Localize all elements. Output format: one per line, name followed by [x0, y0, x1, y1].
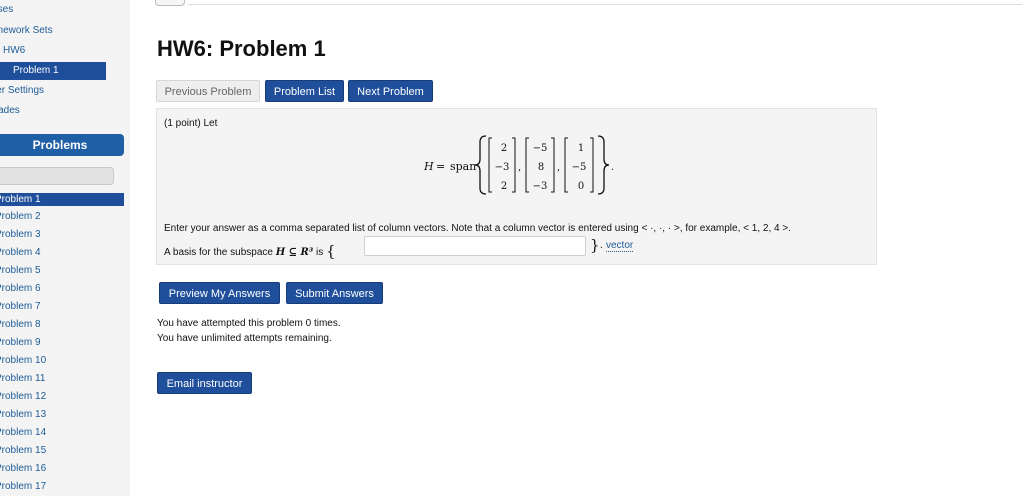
instruction-text: Enter your answer as a comma separated l… — [164, 223, 791, 234]
sidebar-problem-17[interactable]: Problem 17 — [0, 481, 46, 492]
sidebar-problem-6[interactable]: Problem 6 — [0, 283, 41, 294]
sidebar-problem-16[interactable]: Problem 16 — [0, 463, 46, 474]
v3-bracket-right — [590, 137, 594, 193]
v1-entry-3: 2 — [501, 181, 507, 192]
remaining-attempts-message: You have unlimited attempts remaining. — [157, 333, 332, 344]
set-brace-right — [597, 135, 610, 195]
span-equation: H = span 2 −3 2 , −5 8 −3 , 1 −5 0 . — [423, 135, 614, 195]
comma-1: , — [518, 162, 521, 173]
nav-problem-1-link[interactable]: Problem 1 — [0, 62, 106, 80]
top-divider — [188, 4, 1022, 5]
problems-filter-input[interactable] — [0, 167, 114, 185]
sidebar-problem-9[interactable]: Problem 9 — [0, 337, 41, 348]
basis-prompt: A basis for the subspace H ⊆ R³ is { — [164, 241, 336, 260]
basis-math: H ⊆ R³ — [275, 247, 314, 258]
sidebar-problem-10[interactable]: Problem 10 — [0, 355, 46, 366]
vector-help-link[interactable]: vector — [606, 240, 634, 252]
sidebar-problem-4[interactable]: Problem 4 — [0, 247, 41, 258]
nav-courses-label: Courses — [0, 4, 14, 15]
v1-entry-1: 2 — [501, 143, 507, 154]
preview-answers-button[interactable]: Preview My Answers — [159, 282, 280, 304]
submit-answers-button[interactable]: Submit Answers — [286, 282, 383, 304]
nav-homework-sets-link[interactable]: Homework Sets — [0, 25, 53, 36]
v3-entry-3: 0 — [578, 181, 584, 192]
comma-2: , — [557, 162, 560, 173]
nav-grades-label: Grades — [0, 105, 20, 116]
v3-entry-1: 1 — [578, 143, 584, 154]
basis-prefix: A basis for the subspace — [164, 247, 273, 258]
sidebar-problem-5[interactable]: Problem 5 — [0, 265, 41, 276]
v1-bracket-right — [512, 137, 516, 193]
v3-bracket-left — [564, 137, 568, 193]
nav-user-settings-label: User Settings — [0, 85, 45, 96]
period: . — [611, 162, 614, 173]
nav-hw6-link[interactable]: HW6 — [3, 45, 25, 56]
v2-bracket-right — [551, 137, 555, 193]
sidebar-problem-2[interactable]: Problem 2 — [0, 211, 41, 222]
nav-courses-link[interactable]: Courses — [0, 4, 13, 15]
sidebar-problem-12[interactable]: Problem 12 — [0, 391, 46, 402]
equation-lhs: H — [423, 160, 434, 173]
v1-bracket-left — [488, 137, 492, 193]
nav-homework-sets-label: Homework Sets — [0, 25, 53, 36]
left-brace: { — [326, 242, 336, 260]
nav-user-settings-link[interactable]: User Settings — [0, 85, 44, 96]
top-tab-button[interactable] — [155, 0, 185, 6]
sidebar-problem-14[interactable]: Problem 14 — [0, 427, 46, 438]
set-brace-left — [474, 135, 487, 195]
next-problem-button[interactable]: Next Problem — [348, 80, 433, 102]
sidebar-problem-1[interactable]: Problem 1 — [0, 193, 124, 206]
v3-entry-2: −5 — [572, 162, 587, 173]
right-brace: } — [590, 236, 600, 254]
sidebar-problem-15[interactable]: Problem 15 — [0, 445, 46, 456]
problems-header: Problems — [0, 134, 124, 156]
v2-entry-2: 8 — [538, 162, 544, 173]
sidebar-problem-13[interactable]: Problem 13 — [0, 409, 46, 420]
sidebar-problem-11[interactable]: Problem 11 — [0, 373, 45, 384]
sidebar-problem-3[interactable]: Problem 3 — [0, 229, 41, 240]
v2-entry-3: −3 — [533, 181, 548, 192]
page-title: HW6: Problem 1 — [157, 36, 326, 61]
basis-is: is — [316, 247, 324, 258]
period-after-brace: . — [600, 240, 603, 251]
previous-problem-button[interactable]: Previous Problem — [156, 80, 260, 102]
v2-bracket-left — [525, 137, 529, 193]
answer-input[interactable] — [364, 236, 586, 256]
sidebar-problem-7[interactable]: Problem 7 — [0, 301, 41, 312]
problem-points-text: (1 point) Let — [164, 118, 218, 129]
v1-entry-2: −3 — [495, 162, 510, 173]
equation-equals: = — [436, 160, 445, 173]
nav-grades-link[interactable]: Grades — [0, 105, 20, 116]
attempts-message: You have attempted this problem 0 times. — [157, 318, 341, 329]
problem-list-button[interactable]: Problem List — [265, 80, 344, 102]
equation-span: span — [450, 160, 476, 173]
email-instructor-button[interactable]: Email instructor — [157, 372, 252, 394]
sidebar-problem-8[interactable]: Problem 8 — [0, 319, 41, 330]
v2-entry-1: −5 — [533, 143, 548, 154]
sidebar: Courses Homework Sets HW6 Problem 1 User… — [0, 0, 130, 496]
